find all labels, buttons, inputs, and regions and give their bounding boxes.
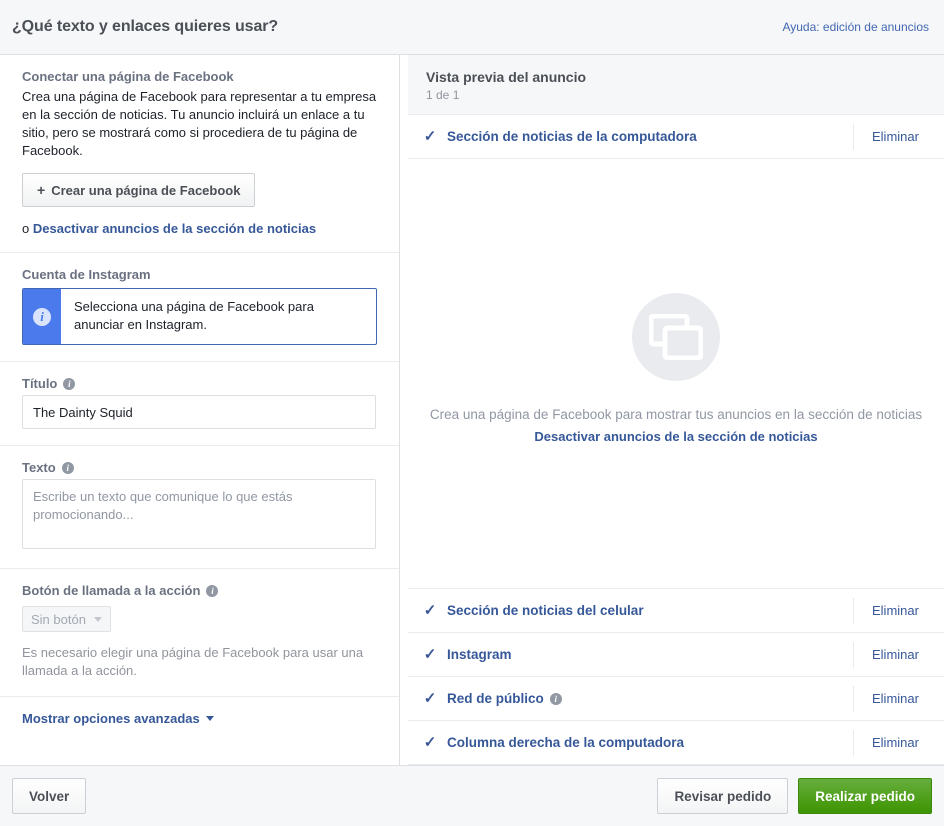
check-icon: ✓ bbox=[423, 690, 437, 707]
remove-placement-link[interactable]: Eliminar bbox=[872, 691, 930, 706]
placement-row[interactable]: ✓ Red de público i Eliminar bbox=[408, 677, 944, 721]
deactivate-news-feed-row: o Desactivar anuncios de la sección de n… bbox=[22, 221, 377, 236]
create-facebook-page-label: Crear una página de Facebook bbox=[51, 182, 241, 198]
ad-settings-panel: Conectar una página de Facebook Crea una… bbox=[0, 55, 400, 765]
preview-stage-deactivate-link[interactable]: Desactivar anuncios de la sección de not… bbox=[534, 429, 817, 444]
or-prefix: o bbox=[22, 221, 30, 236]
instagram-callout-text: Selecciona una página de Facebook para a… bbox=[74, 299, 314, 332]
remove-placement-link[interactable]: Eliminar bbox=[872, 647, 930, 662]
title-field-label-text: Título bbox=[22, 376, 58, 391]
placement-row[interactable]: ✓ Columna derecha de la computadora Elim… bbox=[408, 721, 944, 765]
placement-name-text: Red de público bbox=[447, 691, 544, 706]
placement-name[interactable]: Sección de noticias del celular bbox=[447, 603, 841, 618]
cta-helper-note: Es necesario elegir una página de Facebo… bbox=[22, 645, 364, 678]
preview-title: Vista previa del anuncio bbox=[426, 69, 587, 85]
instagram-account-label: Cuenta de Instagram bbox=[22, 267, 151, 282]
instagram-callout: i Selecciona una página de Facebook para… bbox=[22, 288, 377, 345]
deactivate-news-feed-ads-link[interactable]: Desactivar anuncios de la sección de not… bbox=[33, 221, 316, 236]
ad-preview-panel: Vista previa del anuncio 1 de 1 ✓ Secció… bbox=[400, 55, 944, 765]
info-icon: i bbox=[33, 307, 51, 326]
plus-icon: + bbox=[37, 182, 46, 198]
check-icon: ✓ bbox=[423, 128, 437, 145]
remove-cell: Eliminar bbox=[853, 685, 930, 712]
section-call-to-action: Botón de llamada a la acción i Sin botón… bbox=[0, 569, 399, 697]
remove-cell: Eliminar bbox=[853, 597, 930, 624]
placement-row[interactable]: ✓ Sección de noticias del celular Elimin… bbox=[408, 589, 944, 633]
body-split: Conectar una página de Facebook Crea una… bbox=[0, 55, 944, 765]
section-title-field: Título i bbox=[0, 362, 399, 446]
placement-name[interactable]: Columna derecha de la computadora bbox=[447, 735, 841, 750]
remove-cell: Eliminar bbox=[853, 123, 930, 150]
ad-editor-page: ¿Qué texto y enlaces quieres usar? Ayuda… bbox=[0, 0, 944, 826]
placement-list: ✓ Sección de noticias del celular Elimin… bbox=[408, 589, 944, 765]
review-order-button[interactable]: Revisar pedido bbox=[657, 778, 789, 814]
remove-placement-link[interactable]: Eliminar bbox=[872, 129, 930, 144]
facebook-page-description: Crea una página de Facebook para represe… bbox=[22, 89, 377, 158]
preview-stage-message: Crea una página de Facebook para mostrar… bbox=[429, 407, 923, 422]
create-facebook-page-button[interactable]: + Crear una página de Facebook bbox=[22, 173, 256, 207]
callout-icon-cell: i bbox=[23, 289, 61, 344]
info-icon[interactable]: i bbox=[549, 692, 562, 705]
title-field-label: Título i bbox=[22, 376, 377, 391]
title-input[interactable] bbox=[22, 395, 376, 429]
cta-selected-value: Sin botón bbox=[31, 611, 86, 627]
help-link[interactable]: Ayuda: edición de anuncios bbox=[782, 20, 929, 34]
remove-placement-link[interactable]: Eliminar bbox=[872, 603, 930, 618]
preview-count: 1 de 1 bbox=[426, 88, 460, 102]
placement-row[interactable]: ✓ Instagram Eliminar bbox=[408, 633, 944, 677]
info-icon[interactable]: i bbox=[63, 377, 76, 390]
footer-toolbar: Volver Revisar pedido Realizar pedido bbox=[0, 765, 944, 826]
section-text-field: Texto i bbox=[0, 446, 399, 569]
preview-stage: Crea una página de Facebook para mostrar… bbox=[408, 159, 944, 589]
info-icon[interactable]: i bbox=[61, 461, 74, 474]
info-icon[interactable]: i bbox=[206, 584, 219, 597]
check-icon: ✓ bbox=[423, 734, 437, 751]
placement-row-active[interactable]: ✓ Sección de noticias de la computadora … bbox=[408, 115, 944, 159]
show-advanced-options-label: Mostrar opciones avanzadas bbox=[22, 711, 200, 726]
cta-label: Botón de llamada a la acción i bbox=[22, 583, 377, 598]
place-order-button[interactable]: Realizar pedido bbox=[798, 778, 932, 814]
text-textarea[interactable] bbox=[22, 479, 376, 549]
footer-actions: Revisar pedido Realizar pedido bbox=[657, 778, 932, 814]
chevron-down-icon bbox=[205, 716, 214, 721]
back-button[interactable]: Volver bbox=[12, 778, 87, 814]
preview-header: Vista previa del anuncio 1 de 1 bbox=[408, 55, 944, 115]
page-header: ¿Qué texto y enlaces quieres usar? Ayuda… bbox=[0, 0, 944, 55]
remove-cell: Eliminar bbox=[853, 641, 930, 668]
cta-label-text: Botón de llamada a la acción bbox=[22, 583, 201, 598]
section-facebook-page: Conectar una página de Facebook Crea una… bbox=[0, 55, 399, 253]
check-icon: ✓ bbox=[423, 602, 437, 619]
show-advanced-options-toggle[interactable]: Mostrar opciones avanzadas bbox=[22, 711, 214, 726]
cta-select[interactable]: Sin botón bbox=[22, 606, 111, 632]
remove-placement-link[interactable]: Eliminar bbox=[872, 735, 930, 750]
facebook-page-label: Conectar una página de Facebook bbox=[22, 69, 234, 84]
text-field-label-text: Texto bbox=[22, 460, 56, 475]
remove-cell: Eliminar bbox=[853, 729, 930, 756]
section-instagram-account: Cuenta de Instagram i Selecciona una pág… bbox=[0, 253, 399, 362]
placement-name[interactable]: Red de público i bbox=[447, 691, 841, 706]
image-placeholder-icon bbox=[632, 293, 720, 381]
chevron-down-icon bbox=[93, 616, 102, 622]
check-icon: ✓ bbox=[423, 646, 437, 663]
section-advanced-options: Mostrar opciones avanzadas bbox=[0, 697, 399, 742]
page-title: ¿Qué texto y enlaces quieres usar? bbox=[12, 18, 279, 35]
text-field-label: Texto i bbox=[22, 460, 377, 475]
placement-name[interactable]: Sección de noticias de la computadora bbox=[447, 129, 841, 144]
placement-name[interactable]: Instagram bbox=[447, 647, 841, 662]
